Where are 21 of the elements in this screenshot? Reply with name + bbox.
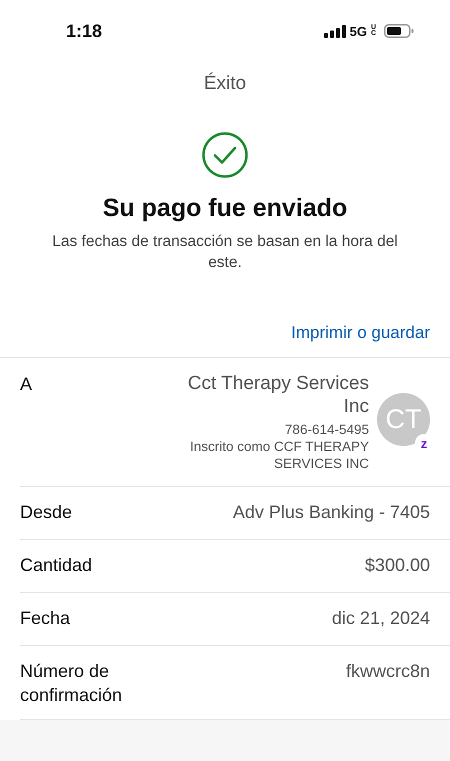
page-title: Éxito <box>202 73 248 95</box>
detail-value: fkwwcrc8n <box>346 660 430 683</box>
recipient-name: Cct Therapy Services Inc <box>186 372 369 418</box>
detail-value: Adv Plus Banking - 7405 <box>232 501 430 524</box>
timezone-note: Las fechas de transacción se basan en la hora del este. <box>51 232 399 273</box>
network-label: 5G <box>350 24 367 38</box>
detail-label: Cantidad <box>20 554 92 577</box>
detail-value: dic 21, 2024 <box>332 607 430 630</box>
recipient-phone: 786-614-5495 <box>284 421 369 438</box>
registered-name: Inscrito como CCF THERAPY SERVICES INC <box>188 438 369 472</box>
detail-label: A <box>20 373 32 396</box>
check-circle-icon <box>202 132 248 178</box>
battery-icon <box>384 24 414 38</box>
detail-label: Número de confirmación <box>20 660 124 707</box>
success-heading: Su pago fue enviado <box>102 194 348 223</box>
print-save-link[interactable]: Imprimir o guardar <box>291 323 430 343</box>
detail-label: Fecha <box>20 607 70 630</box>
detail-label: Desde <box>20 501 72 524</box>
status-time: 1:18 <box>66 20 102 42</box>
detail-value: $300.00 <box>364 554 430 577</box>
signal-icon <box>324 24 346 38</box>
